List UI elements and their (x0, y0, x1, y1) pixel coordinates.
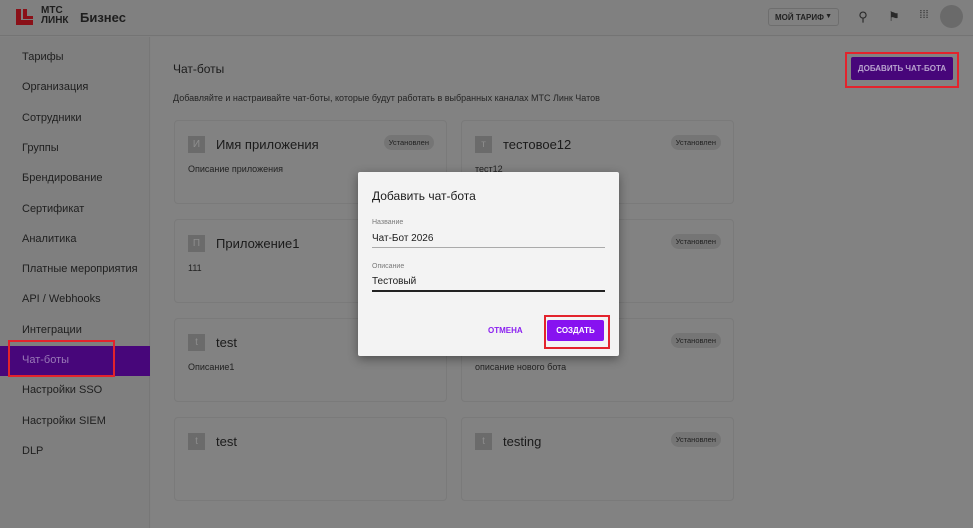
sidebar: Тарифы Организация Сотрудники Группы Брендир… (0, 37, 150, 528)
sidebar-item[interactable]: Сертификат (0, 195, 150, 225)
sidebar-item[interactable]: Организация (0, 73, 150, 103)
card-description: Описание1 (188, 362, 235, 372)
status-badge: Установлен (670, 432, 721, 447)
sidebar-item[interactable]: Сотрудники (0, 104, 150, 134)
logo-text: МТС ЛИНК (41, 6, 69, 26)
sidebar-item[interactable]: Аналитика (0, 225, 150, 255)
highlight-box (845, 52, 959, 88)
bot-avatar-icon: т (475, 136, 492, 153)
sidebar-item[interactable]: Платные мероприятия (0, 255, 150, 285)
status-badge: Установлен (383, 135, 434, 150)
dialog-title: Добавить чат-бота (372, 189, 476, 203)
tariff-dropdown[interactable]: МОЙ ТАРИФ ▼ (768, 8, 839, 26)
flag-icon[interactable]: ⚑ (886, 9, 902, 25)
card-description: Описание приложения (188, 164, 283, 174)
sidebar-item[interactable]: Настройки SSO (0, 376, 150, 406)
status-badge: Установлен (670, 234, 721, 249)
card-title: тестовое12 (503, 137, 572, 152)
bot-avatar-icon: t (188, 433, 205, 450)
status-badge: Установлен (670, 333, 721, 348)
bot-avatar-icon: И (188, 136, 205, 153)
card-title: testing (503, 434, 542, 449)
sidebar-item[interactable]: Настройки SIEM (0, 407, 150, 437)
chevron-down-icon: ▼ (825, 13, 832, 20)
description-label: Описание (372, 263, 405, 270)
page-subtitle: Добавляйте и настраивайте чат-боты, кото… (173, 93, 600, 103)
card-description: 111 (188, 263, 202, 273)
cancel-button[interactable]: ОТМЕНА (488, 326, 523, 335)
name-input[interactable] (372, 229, 605, 247)
brand-name: Бизнес (80, 10, 126, 25)
chatbot-card[interactable]: t test (174, 417, 447, 501)
sidebar-item[interactable]: Группы (0, 134, 150, 164)
sidebar-item[interactable]: API / Webhooks (0, 285, 150, 315)
top-bar: МТС ЛИНК Бизнес МОЙ ТАРИФ ▼ ⚲ ⚑ ⁞⁞⁞ (0, 0, 973, 36)
card-title: Имя приложения (216, 137, 319, 152)
chatbot-card[interactable]: t testing Установлен (461, 417, 734, 501)
highlight-box (8, 340, 115, 377)
apps-grid-icon[interactable]: ⁞⁞⁞ (916, 9, 932, 25)
tariff-label: МОЙ ТАРИФ (775, 13, 824, 22)
sidebar-item[interactable]: DLP (0, 437, 150, 467)
avatar[interactable] (940, 5, 963, 28)
bot-avatar-icon: П (188, 235, 205, 252)
description-underline (372, 290, 605, 292)
logo-line2: ЛИНК (41, 15, 69, 26)
card-title: test (216, 434, 237, 449)
sidebar-item[interactable]: Тарифы (0, 43, 150, 73)
bot-avatar-icon: t (188, 334, 205, 351)
search-icon[interactable]: ⚲ (855, 9, 871, 25)
mts-link-logo (16, 9, 33, 25)
status-badge: Установлен (670, 135, 721, 150)
name-label: Название (372, 219, 404, 226)
name-underline (372, 247, 605, 248)
sidebar-item[interactable]: Брендирование (0, 164, 150, 194)
highlight-box (544, 315, 610, 349)
card-title: Приложение1 (216, 236, 300, 251)
bot-avatar-icon: t (475, 433, 492, 450)
card-description: описание нового бота (475, 362, 567, 372)
page-title: Чат-боты (173, 62, 225, 76)
card-title: test (216, 335, 237, 350)
description-input[interactable] (372, 272, 605, 290)
